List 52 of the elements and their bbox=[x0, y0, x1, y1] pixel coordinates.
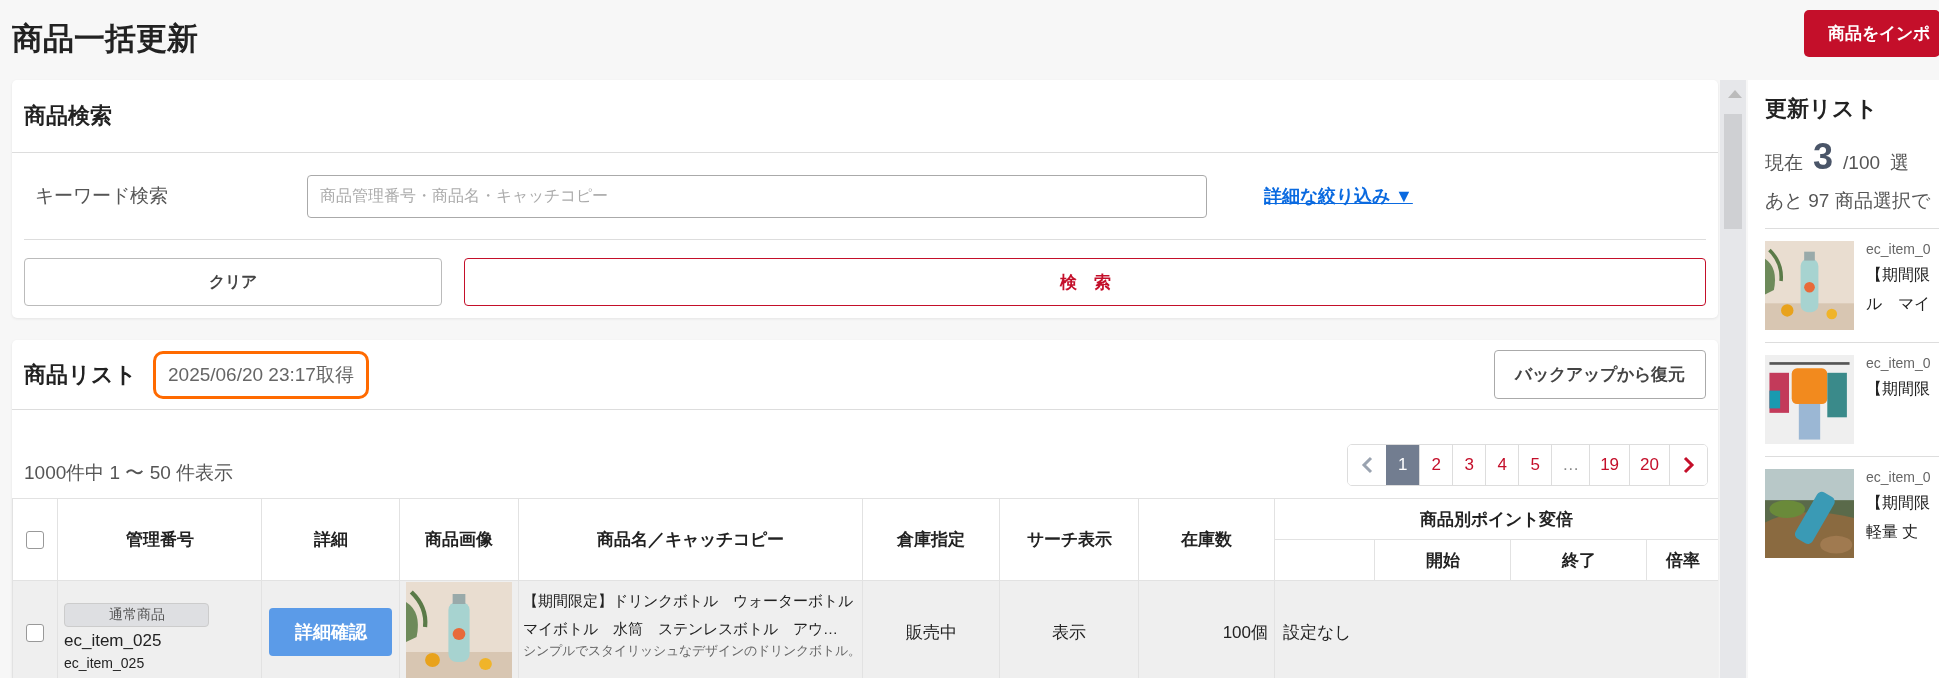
product-type-badge: 通常商品 bbox=[64, 603, 209, 627]
catch-copy: シンプルでスタイリッシュなデザインのドリンクボトル。 bbox=[523, 643, 858, 660]
column-header: 倍率 bbox=[1646, 539, 1718, 581]
column-header: サーチ表示 bbox=[999, 498, 1139, 581]
selected-count: 3 bbox=[1813, 136, 1834, 178]
column-group-header: 商品別ポイント変倍 bbox=[1274, 498, 1718, 540]
import-button[interactable]: 商品をインポ bbox=[1804, 10, 1939, 57]
label-text: 現在 bbox=[1765, 151, 1803, 175]
item-name: 軽量 丈 bbox=[1866, 522, 1920, 542]
advanced-filter-link[interactable]: 詳細な絞り込み ▼ bbox=[1264, 184, 1413, 208]
item-name: ル マイ bbox=[1866, 294, 1931, 314]
item-code: ec_item_0 bbox=[1866, 241, 1931, 257]
column-header: 開始 bbox=[1374, 539, 1511, 581]
keyword-field[interactable]: 商品管理番号・商品名・キャッチコピー bbox=[307, 174, 1207, 218]
item-name: 【期間限 bbox=[1866, 493, 1931, 513]
scroll-up-icon[interactable] bbox=[1728, 90, 1742, 98]
scrollbar[interactable] bbox=[1720, 80, 1746, 678]
table-cell: 100個 bbox=[1138, 580, 1275, 678]
search-button[interactable]: 検 索 bbox=[464, 258, 1706, 306]
panel-title: 商品リスト bbox=[24, 360, 137, 389]
item-name: 【期間限 bbox=[1866, 265, 1931, 285]
product-name: 【期間限定】ドリンクボトル ウォーターボトルマイボトル 水筒 ステンレスボトル アウ… bbox=[523, 591, 854, 639]
chevron-right-icon[interactable] bbox=[1682, 456, 1695, 474]
clear-button[interactable]: クリア bbox=[24, 258, 442, 306]
label-text: 選 bbox=[1890, 151, 1909, 175]
column-header: 商品名／キャッチコピー bbox=[518, 498, 863, 581]
restore-button[interactable]: バックアップから復元 bbox=[1494, 350, 1706, 399]
column-header: 詳細 bbox=[261, 498, 400, 581]
page-button[interactable]: 1 bbox=[1386, 445, 1420, 485]
panel-title: 更新リスト bbox=[1765, 95, 1879, 123]
column-header: 在庫数 bbox=[1138, 498, 1275, 581]
field-label: キーワード検索 bbox=[34, 184, 169, 208]
panel-title: 商品検索 bbox=[24, 102, 112, 130]
row-checkbox[interactable] bbox=[26, 623, 44, 642]
remaining-text: あと 97 商品選択で bbox=[1765, 189, 1931, 213]
result-count: 1000件中 1 〜 50 件表示 bbox=[24, 461, 234, 485]
table-cell: 設定なし bbox=[1274, 580, 1718, 678]
table-cell: 表示 bbox=[999, 580, 1139, 678]
column-header: 終了 bbox=[1510, 539, 1647, 581]
item-code: ec_item_0 bbox=[1866, 355, 1931, 371]
item-code: ec_item_0 bbox=[1866, 469, 1931, 485]
item-name: 【期間限 bbox=[1866, 379, 1931, 399]
item-sub-code: ec_item_025 bbox=[64, 655, 146, 671]
column-header: 倉庫指定 bbox=[862, 498, 1000, 581]
limit-text: /100 bbox=[1843, 152, 1880, 174]
column-header: 管理番号 bbox=[57, 498, 262, 581]
fetched-time: 2025/06/20 23:17取得 bbox=[153, 350, 369, 399]
page-title: 商品一括更新 bbox=[12, 20, 198, 58]
item-code: ec_item_025 bbox=[64, 631, 163, 651]
column-header: 商品画像 bbox=[399, 498, 519, 581]
select-all-checkbox[interactable] bbox=[26, 531, 44, 549]
table-cell: 販売中 bbox=[862, 580, 1000, 678]
